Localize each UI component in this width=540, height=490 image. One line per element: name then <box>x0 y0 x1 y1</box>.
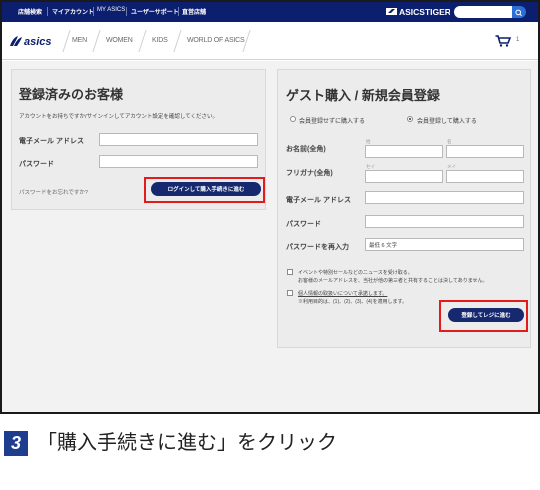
screenshot-frame: 店舗検索 マイアカウント MY ASICS ユーザーサポート 直営店舗 ASIC… <box>0 0 540 414</box>
login-password-field[interactable] <box>99 155 258 168</box>
newsletter-checkbox[interactable] <box>287 269 293 275</box>
asics-logo-text: asics <box>24 36 52 48</box>
privacy-consent-label[interactable]: 個人情報の取扱いについて承諾します。 <box>298 290 387 297</box>
my-asics-link[interactable]: MY ASICS <box>97 7 125 13</box>
firstname-kana-field[interactable] <box>446 170 524 183</box>
asicstiger-logo-text: ASICSTIGER <box>399 7 450 17</box>
guest-email-label: 電子メール アドレス <box>286 197 351 204</box>
nav-item-men[interactable]: MEN <box>72 37 87 44</box>
nav-divider <box>62 30 71 52</box>
register-purchase-label: 会員登録して購入する <box>417 119 477 125</box>
highlight-register-checkout-button <box>439 300 528 332</box>
kana-label: フリガナ(全角) <box>286 170 333 177</box>
nav-item-world-of-asics[interactable]: WORLD OF ASICS <box>187 37 245 44</box>
guest-purchase-radio[interactable] <box>290 116 296 122</box>
asics-logo[interactable]: asics <box>9 34 61 48</box>
step-number-badge: 3 <box>4 431 28 456</box>
header-search-input[interactable] <box>454 6 512 18</box>
login-email-field[interactable] <box>99 133 258 146</box>
topbar-divider <box>178 7 179 16</box>
asicstiger-logo[interactable]: ASICSTIGER <box>386 6 450 17</box>
step-instruction-text: 「購入手続きに進む」をクリック <box>37 432 337 454</box>
nav-item-kids[interactable]: KIDS <box>152 37 168 44</box>
guest-email-field[interactable] <box>365 191 524 204</box>
forgot-password-link[interactable]: パスワードをお忘れですか? <box>19 188 88 196</box>
store-search-link[interactable]: 店舗検索 <box>18 7 42 16</box>
highlight-login-checkout-button <box>144 177 265 203</box>
direct-stores-link[interactable]: 直営店舗 <box>182 7 206 16</box>
cart-count: 1 <box>516 37 520 43</box>
my-account-link[interactable]: マイアカウント <box>52 7 94 16</box>
user-support-link[interactable]: ユーザーサポート <box>131 7 179 16</box>
topbar-divider <box>47 7 48 16</box>
privacy-consent-checkbox[interactable] <box>287 290 293 296</box>
login-password-label: パスワード <box>19 161 54 168</box>
guest-register-title: ゲスト購入 / 新規会員登録 <box>286 88 440 103</box>
firstname-field[interactable] <box>446 145 524 158</box>
header-search-button[interactable] <box>512 6 526 18</box>
privacy-usage-note: ※利用目的は、(1)、(2)、(3)、(4)を適用します。 <box>298 299 407 305</box>
newsletter-privacy-note: お客様のメールアドレスを、当社が他の第三者と共有することは決してありません。 <box>298 278 488 284</box>
newsletter-label: イベントや特別セールなどのニュースを受け取る。 <box>298 270 413 276</box>
nav-divider <box>173 30 182 52</box>
search-icon <box>515 9 522 17</box>
topbar-divider <box>126 7 127 16</box>
cart-icon[interactable] <box>495 35 511 47</box>
password-confirm-field[interactable]: 最低 6 文字 <box>365 238 524 251</box>
top-utility-bar: 店舗検索 マイアカウント MY ASICS ユーザーサポート 直営店舗 ASIC… <box>2 2 538 22</box>
registered-customer-title: 登録済みのお客様 <box>19 87 124 102</box>
nav-divider <box>92 30 101 52</box>
name-label: お名前(全角) <box>286 146 326 153</box>
password-confirm-placeholder: 最低 6 文字 <box>369 243 398 249</box>
guest-password-field[interactable] <box>365 215 524 228</box>
guest-purchase-label: 会員登録せずに購入する <box>299 119 366 125</box>
nav-item-women[interactable]: WOMEN <box>106 37 133 44</box>
password-confirm-label: パスワードを再入力 <box>286 244 349 251</box>
login-email-label: 電子メール アドレス <box>19 138 84 145</box>
lastname-field[interactable] <box>365 145 443 158</box>
login-description: アカウントをお持ちですか/サインインしてアカウント設定を確認してください。 <box>19 114 219 120</box>
checkout-login-content: 登録済みのお客様 アカウントをお持ちですか/サインインしてアカウント設定を確認し… <box>2 61 538 412</box>
main-navigation: asics MEN WOMEN KIDS WORLD OF ASICS 1 <box>2 22 538 60</box>
lastname-kana-field[interactable] <box>365 170 443 183</box>
register-purchase-radio[interactable] <box>407 116 413 122</box>
topbar-divider <box>93 7 94 16</box>
guest-password-label: パスワード <box>286 221 321 228</box>
nav-divider <box>138 30 147 52</box>
